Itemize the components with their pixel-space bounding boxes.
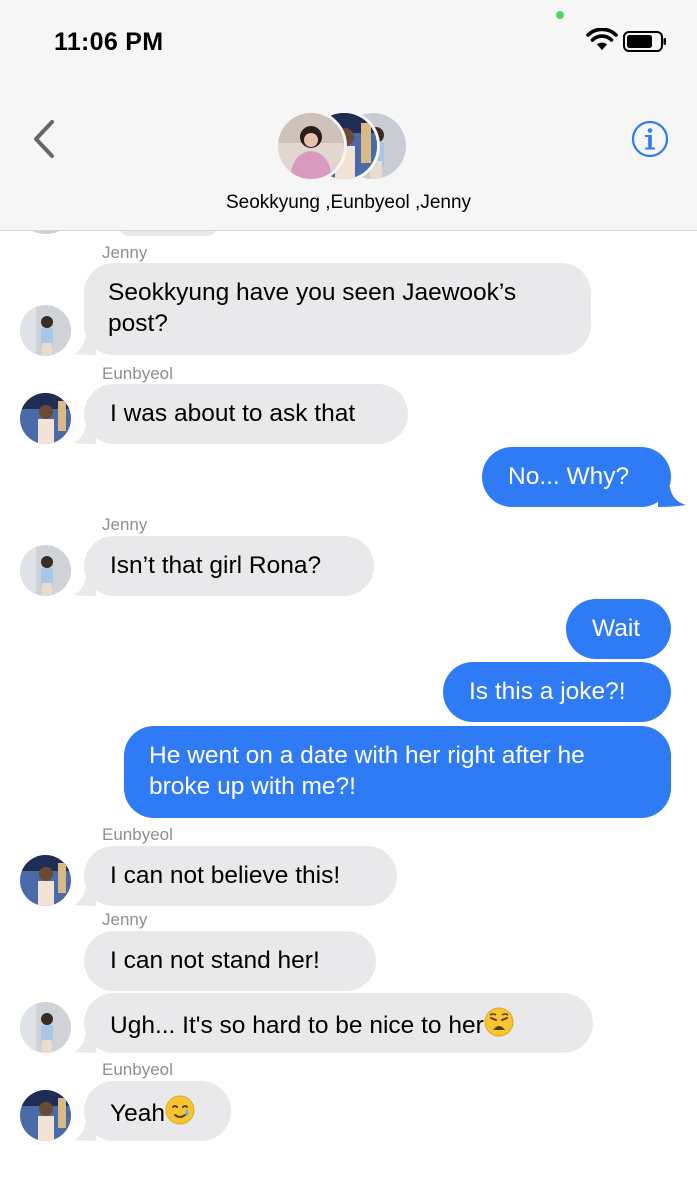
avatar-jenny[interactable]: [20, 1002, 71, 1053]
avatar-eunbyeol[interactable]: [20, 855, 71, 906]
avatar-eunbyeol[interactable]: [20, 393, 71, 444]
smiling-face-with-tear-emoji-icon: [165, 1095, 195, 1125]
outgoing-message[interactable]: He went on a date with her right after h…: [124, 726, 671, 818]
sender-name: Jenny: [102, 243, 148, 262]
avatar-jenny[interactable]: [20, 545, 71, 596]
sender-name: Eunbyeol: [102, 1060, 173, 1079]
message-line: He went on a date with her right after h…: [149, 742, 585, 769]
bubble-tail: [74, 1033, 96, 1053]
camera-indicator: [556, 11, 564, 19]
incoming-message[interactable]: I can not believe this!: [84, 846, 397, 906]
navigation-header: 11:06 PM Seokkyung ,Eunbyeol ,Jenny: [0, 0, 697, 231]
incoming-message[interactable]: Seokkyung have you seen Jaewook’s post?: [84, 263, 591, 355]
info-icon[interactable]: [630, 119, 670, 159]
group-avatars[interactable]: [275, 110, 415, 184]
outgoing-message[interactable]: Is this a joke?!: [443, 662, 671, 722]
group-title[interactable]: Seokkyung ,Eunbyeol ,Jenny: [0, 192, 697, 214]
weary-face-emoji-icon: [484, 1007, 514, 1037]
back-chevron-icon[interactable]: [28, 116, 62, 162]
incoming-message[interactable]: Ugh... It's so hard to be nice to her: [84, 993, 593, 1053]
message-line: Seokkyung have you seen Jaewook’s: [108, 279, 517, 306]
incoming-message[interactable]: Yeah: [84, 1081, 231, 1141]
avatar-jenny[interactable]: [20, 305, 71, 356]
sender-name: Jenny: [102, 515, 148, 534]
sender-name: Jenny: [102, 910, 148, 929]
bubble-tail: [658, 487, 686, 507]
status-time: 11:06 PM: [54, 28, 164, 56]
message-line: post?: [108, 310, 168, 337]
incoming-message[interactable]: I was about to ask that: [84, 384, 408, 444]
sender-name: Eunbyeol: [102, 825, 173, 844]
incoming-message[interactable]: Isn’t that girl Rona?: [84, 536, 374, 596]
avatar-seokkyung: [275, 110, 347, 182]
bubble-tail: [74, 886, 96, 906]
avatar-eunbyeol[interactable]: [20, 1090, 71, 1141]
battery-icon: [623, 31, 666, 52]
bubble-tail: [74, 424, 96, 444]
incoming-message[interactable]: I can not stand her!: [84, 931, 376, 991]
wifi-icon: [586, 28, 618, 50]
bubble-tail: [74, 576, 96, 596]
outgoing-message[interactable]: Wait: [566, 599, 671, 659]
message-line: broke up with me?!: [149, 773, 356, 800]
outgoing-message[interactable]: No... Why?: [482, 447, 671, 507]
bubble-tail: [74, 1121, 96, 1141]
bubble-tail: [74, 335, 96, 355]
sender-name: Eunbyeol: [102, 364, 173, 383]
